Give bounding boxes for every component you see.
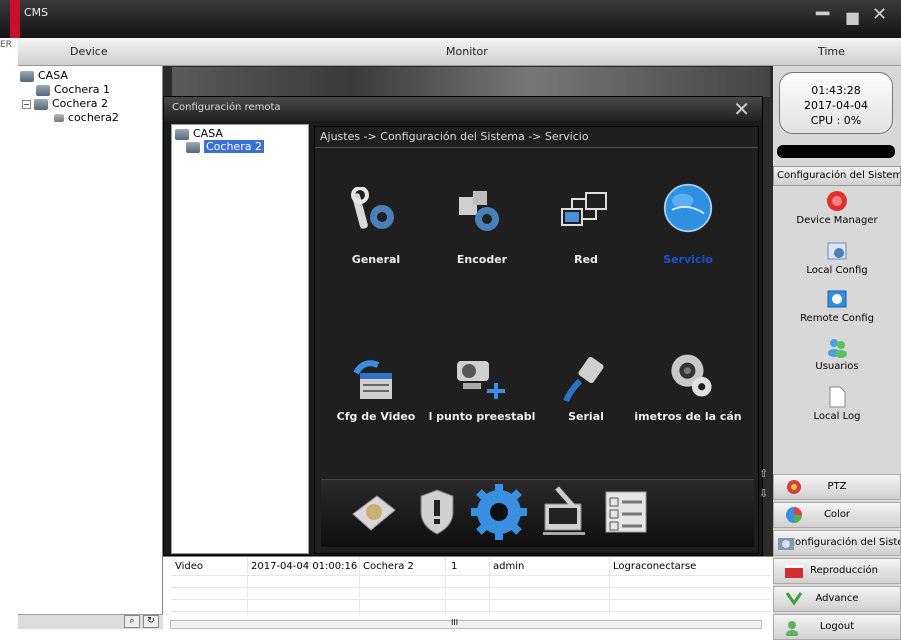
network-icon[interactable] bbox=[558, 187, 614, 237]
users-icon bbox=[828, 339, 847, 358]
cpu-usage: CPU : 0% bbox=[810, 114, 862, 127]
logout-icon bbox=[786, 621, 798, 636]
tab-ptz[interactable]: PTZ bbox=[773, 474, 901, 500]
video-config-icon[interactable] bbox=[348, 355, 404, 405]
icon-label-general: General bbox=[351, 253, 401, 266]
dvr-icon bbox=[34, 98, 48, 110]
camera-settings-icon[interactable] bbox=[663, 351, 719, 401]
monitor-header: Monitor bbox=[446, 45, 488, 58]
breadcrumb-divider bbox=[315, 147, 758, 148]
status-bar bbox=[777, 145, 895, 158]
dvr-icon bbox=[36, 84, 50, 96]
video-feed bbox=[172, 67, 770, 97]
app-accent-strip bbox=[10, 0, 20, 38]
local-log-button[interactable]: Local Log bbox=[773, 386, 901, 422]
tab-logout[interactable]: Logout bbox=[773, 614, 901, 640]
dvr-icon bbox=[186, 141, 200, 153]
document-icon bbox=[829, 386, 846, 408]
system-config-header: Configuración del Sistem bbox=[773, 166, 901, 186]
tab-advance[interactable]: Advance bbox=[773, 586, 901, 612]
advance-arrow-icon bbox=[785, 592, 803, 606]
category-icon-bar bbox=[321, 479, 754, 547]
tab-playback[interactable]: Reproducción bbox=[773, 558, 901, 584]
arrow-up-icon[interactable]: ⇧ bbox=[759, 467, 768, 480]
remote-config-dialog: Configuración remota ✕ CASA Cochera 2 Aj… bbox=[163, 96, 763, 556]
camera-preset-icon[interactable] bbox=[453, 355, 509, 405]
clock-time: 01:43:28 bbox=[811, 84, 861, 97]
log-device: Cochera 2 bbox=[363, 561, 414, 572]
system-config-icon bbox=[778, 538, 794, 550]
tree-item-channel[interactable]: cochera2 bbox=[54, 111, 119, 124]
edge-text: ER bbox=[0, 40, 12, 50]
device-manager-button[interactable]: Device Manager bbox=[773, 190, 901, 226]
ptz-icon bbox=[787, 480, 801, 494]
icon-label-preset: l punto preestabl bbox=[428, 410, 536, 423]
log-time: 2017-04-04 01:00:16 bbox=[251, 561, 358, 572]
window-title: CMS bbox=[24, 6, 49, 19]
group-icon bbox=[20, 70, 34, 82]
breadcrumb: Ajustes -> Configuración del Sistema -> … bbox=[320, 130, 589, 143]
column-header-row: Device Monitor Time bbox=[18, 38, 901, 66]
remote-tree-root[interactable]: CASA bbox=[175, 127, 223, 140]
tree-item-cochera1[interactable]: Cochera 1 bbox=[36, 83, 110, 96]
maximize-button[interactable]: ■ bbox=[845, 7, 860, 29]
horizontal-scrollbar[interactable]: III bbox=[170, 618, 762, 629]
local-config-icon bbox=[827, 242, 847, 260]
tree-item-cochera2[interactable]: − Cochera 2 bbox=[22, 97, 108, 110]
record-icon bbox=[827, 191, 847, 211]
icon-label-encoder: Encoder bbox=[456, 253, 508, 266]
dialog-close-button[interactable]: ✕ bbox=[733, 98, 750, 120]
refresh-icon[interactable]: ↻ bbox=[143, 615, 159, 628]
icon-label-serial: Serial bbox=[568, 410, 604, 423]
globe-icon[interactable] bbox=[660, 183, 716, 233]
system-tools-icon[interactable] bbox=[539, 486, 589, 538]
close-button[interactable]: ✕ bbox=[872, 4, 887, 26]
right-panel: 01:43:28 2017-04-04 CPU : 0% Configuraci… bbox=[773, 66, 901, 640]
icon-label-servicio: Servicio bbox=[663, 253, 713, 266]
config-panel: Ajustes -> Configuración del Sistema -> … bbox=[314, 126, 759, 554]
time-header: Time bbox=[818, 45, 845, 58]
clock-widget: 01:43:28 2017-04-04 CPU : 0% bbox=[779, 72, 893, 134]
tab-system-config[interactable]: Configuración del Sistema bbox=[773, 530, 901, 556]
wrench-gear-icon[interactable] bbox=[348, 187, 404, 237]
serial-cable-icon[interactable] bbox=[558, 355, 614, 405]
device-header: Device bbox=[70, 45, 108, 58]
panel-splitter[interactable]: ⇧ ⇩ bbox=[757, 467, 773, 507]
search-icon[interactable]: ⌕ bbox=[124, 615, 140, 628]
title-bar: CMS ━ ■ ✕ bbox=[0, 0, 901, 38]
log-user: admin bbox=[493, 561, 525, 572]
remote-tree-item-selected[interactable]: Cochera 2 bbox=[186, 140, 264, 153]
storage-icon[interactable] bbox=[349, 488, 399, 536]
color-icon bbox=[786, 507, 802, 523]
device-tree: CASA Cochera 1 − Cochera 2 cochera2 bbox=[18, 66, 163, 614]
clock-date: 2017-04-04 bbox=[804, 99, 868, 112]
log-type: Video bbox=[175, 561, 204, 572]
arrow-down-icon[interactable]: ⇩ bbox=[759, 487, 768, 500]
shield-icon[interactable] bbox=[417, 488, 457, 536]
scroll-grip: III bbox=[451, 618, 459, 627]
icon-label-red: Red bbox=[574, 253, 598, 266]
icon-label-cfg-video: Cfg de Video bbox=[336, 410, 416, 423]
group-icon bbox=[175, 128, 189, 140]
checklist-icon[interactable] bbox=[604, 490, 648, 534]
settings-gear-icon[interactable] bbox=[471, 484, 527, 540]
log-table: Video 2017-04-04 01:00:16 Cochera 2 1 ad… bbox=[163, 556, 773, 629]
collapse-toggle[interactable]: − bbox=[22, 99, 31, 109]
remote-device-tree: CASA Cochera 2 bbox=[171, 124, 309, 554]
tree-root-casa[interactable]: CASA bbox=[20, 69, 68, 82]
minimize-button[interactable]: ━ bbox=[816, 4, 829, 26]
remote-config-button[interactable]: Remote Config bbox=[773, 288, 901, 324]
dialog-title: Configuración remota bbox=[164, 97, 762, 121]
camera-icon bbox=[54, 114, 64, 122]
icon-label-camera-params: imetros de la cán bbox=[634, 410, 742, 423]
tab-color[interactable]: Color bbox=[773, 502, 901, 528]
log-channel: 1 bbox=[451, 561, 458, 572]
log-event: Lograconectarse bbox=[613, 561, 697, 572]
local-config-button[interactable]: Local Config bbox=[773, 240, 901, 276]
remote-config-icon bbox=[827, 290, 847, 308]
puzzle-gear-icon[interactable] bbox=[453, 187, 509, 237]
playback-icon bbox=[785, 565, 803, 578]
left-footer: ⌕ ↻ bbox=[18, 614, 163, 629]
users-button[interactable]: Usuarios bbox=[773, 336, 901, 372]
